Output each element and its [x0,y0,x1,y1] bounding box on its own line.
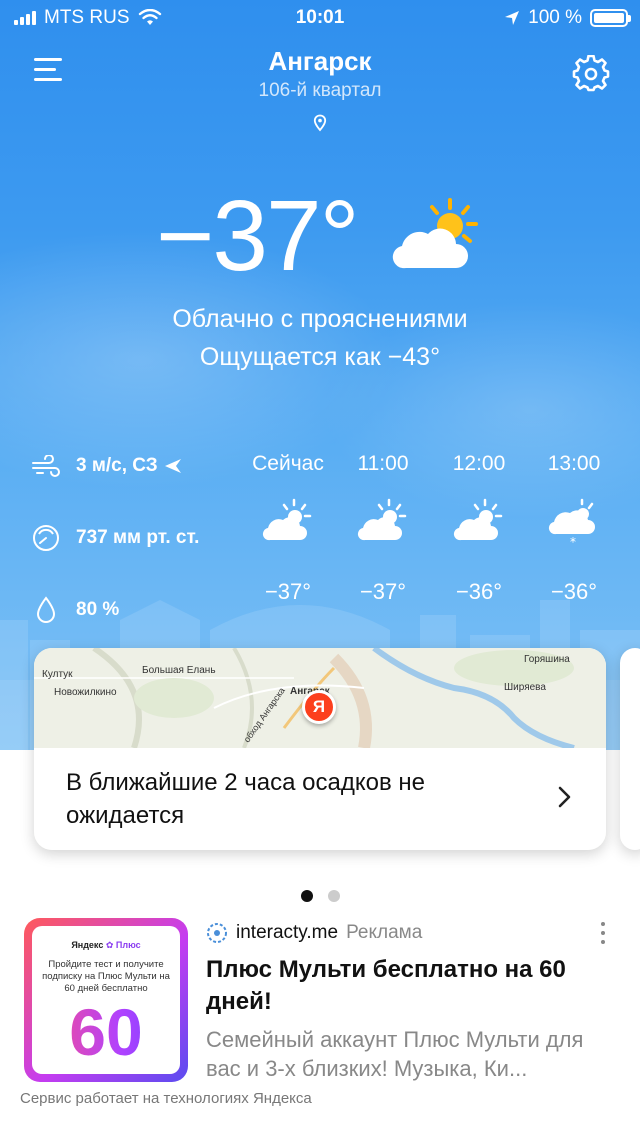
hourly-item[interactable]: 13:00 * −36° [529,452,619,605]
precipitation-map-card[interactable]: Култук Большая Елань Новожилкино Ангарск… [34,648,606,850]
cloudy-snow-icon: * [548,498,595,549]
footer-text: Сервис работает на технологиях Яндекса [20,1090,312,1107]
city-name[interactable]: Ангарск [0,46,640,77]
wind-direction-icon [164,459,181,473]
wind-detail: 3 м/с, СЗ [30,450,182,482]
ad-description[interactable]: Семейный аккаунт Плюс Мульти для вас и 3… [206,1025,606,1083]
svg-text:*: * [570,535,576,546]
humidity-detail: 80 % [30,594,119,626]
yandex-location-marker: Я [302,690,336,724]
pressure-gauge-icon [30,522,62,554]
hour-temp: −36° [455,579,503,604]
ad-title[interactable]: Плюс Мульти бесплатно на 60 дней! [206,954,596,1018]
plus-icon: ✿ [105,940,114,950]
partly-cloudy-icon [392,198,478,269]
ad-brand-name: Яндекс [71,940,104,950]
feels-like-text: Ощущается как −43° [199,343,441,371]
wind-value: 3 м/с, СЗ [76,455,158,476]
ad-thumb-number: 60 [32,999,180,1065]
partly-cloudy-icon [453,498,503,541]
hourly-item[interactable]: 11:00 −37° [338,452,428,605]
ad-thumbnail[interactable]: Яндекс ✿ Плюс Пройдите тест и получите п… [24,918,188,1082]
status-bar: MTS RUS 10:01 100 % [0,0,640,38]
precipitation-message: В ближайшие 2 часа осадков не ожидается [66,769,425,829]
pressure-value: 737 мм рт. ст. [76,527,200,548]
ad-brand: Яндекс ✿ Плюс [32,926,180,951]
district-name[interactable]: 106-й квартал [0,80,640,102]
pager-dot-active[interactable] [300,890,313,902]
location-arrow-icon [505,11,520,25]
pager-dot[interactable] [327,890,340,902]
map-label: Новожилкино [54,687,117,698]
carousel-pager [0,890,640,902]
ad-brand-accent: Плюс [115,940,141,950]
ad-thumb-text: Пройдите тест и получите подписку на Плю… [42,959,170,994]
pressure-detail: 737 мм рт. ст. [30,522,199,554]
ad-source[interactable]: interacty.me Реклама [206,922,422,944]
hour-time: 13:00 [547,452,601,475]
ad-label: Реклама [346,922,423,943]
hour-time: 12:00 [452,452,506,475]
hour-time: Сейчас [252,452,324,475]
current-temperature: −37° [156,180,360,292]
humidity-value: 80 % [76,599,120,620]
map-label: Горяшина [524,654,570,665]
sky-background [0,0,640,750]
gear-icon[interactable] [572,55,610,93]
map-label: Култук [42,669,73,680]
hourly-item[interactable]: 12:00 −36° [434,452,524,605]
map-label: Ширяева [504,682,546,693]
next-card-peek[interactable] [620,648,640,850]
ad-domain: interacty.me [236,922,339,943]
battery-icon [590,9,631,27]
hour-temp: −37° [359,579,407,604]
battery-percent: 100 % [528,7,582,28]
location-pin-icon [313,114,327,132]
partly-cloudy-icon [357,498,407,541]
marker-letter: Я [312,697,326,716]
more-options-icon[interactable] [598,922,608,948]
hour-temp: −37° [264,579,312,604]
chevron-right-icon[interactable] [554,784,574,810]
partly-cloudy-icon [262,498,312,541]
hour-time: 11:00 [357,452,409,475]
wind-icon [30,450,62,482]
interacty-logo-icon [207,923,227,943]
condition-text: Облачно с прояснениями [172,305,468,333]
hourly-item[interactable]: Сейчас −37° [243,452,333,605]
hour-temp: −36° [550,579,598,604]
humidity-drop-icon [30,594,62,626]
map-label: Большая Елань [142,665,216,676]
